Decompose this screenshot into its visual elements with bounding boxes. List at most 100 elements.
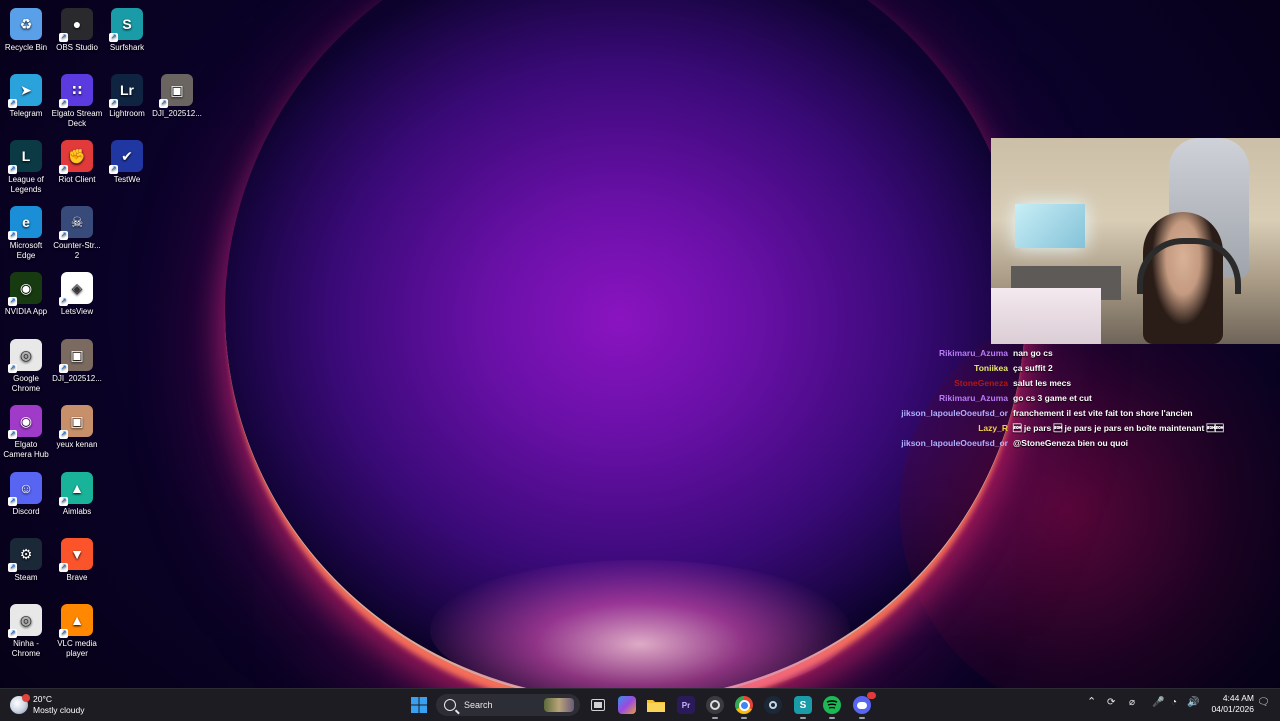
desktop-icon[interactable]: ⚙ ↗ Steam (0, 538, 52, 583)
shortcut-arrow-icon: ↗ (59, 99, 68, 108)
obs-icon (710, 700, 720, 710)
search-highlight-image (544, 698, 574, 712)
chrome-icon (738, 699, 750, 711)
taskbar: 20°C Mostly cloudy Search Pr S ⌃ ⟳ ⌀ 🎤 ◔… (0, 688, 1280, 721)
desktop-icon[interactable]: ● ↗ OBS Studio (51, 8, 103, 53)
steam-icon (769, 701, 777, 709)
chrome-profile-icon: ◎ ↗ (8, 604, 42, 638)
desktop-icon[interactable]: ◉ ↗ Elgato Camera Hub (0, 405, 52, 460)
chat-username: Rikimaru_Azuma (939, 393, 1008, 403)
desktop-icon[interactable]: ◈ ↗ LetsView (51, 272, 103, 317)
riot-icon: ✊ ↗ (59, 140, 93, 174)
desktop-icon[interactable]: ◎ ↗ Google Chrome (0, 339, 52, 394)
taskbar-premiere[interactable]: Pr (677, 696, 695, 714)
desktop-icon[interactable]: ☠ ↗ Counter-Str... 2 (51, 206, 103, 261)
taskbar-spotify[interactable] (823, 696, 841, 719)
shortcut-arrow-icon: ↗ (59, 497, 68, 506)
volume-icon[interactable]: 🔊 (1187, 697, 1199, 708)
chat-username: jikson_lapouleOoeufsd_or (901, 438, 1008, 448)
wallpaper-glow (430, 560, 850, 688)
desktop-icon[interactable]: ◎ ↗ Ninha - Chrome (0, 604, 52, 659)
desktop-icon[interactable]: ▲ ↗ Aimlabs (51, 472, 103, 517)
taskbar-explorer[interactable] (647, 696, 665, 714)
desktop-icon[interactable]: ➤ ↗ Telegram (0, 74, 52, 119)
chat-text: @StoneGeneza bien ou quoi (1013, 438, 1129, 448)
desktop-icon[interactable]: ✊ ↗ Riot Client (51, 140, 103, 185)
desktop-icon[interactable]: ◉ ↗ NVIDIA App (0, 272, 52, 317)
hidden-icon[interactable]: ⌀ (1129, 697, 1135, 708)
chat-text: franchement il est vite fait ton shore l… (1013, 408, 1193, 418)
microphone-icon[interactable]: 🎤 (1152, 697, 1164, 708)
chat-message: Lazy_R  je pars  je pars je pars en bo… (880, 421, 1260, 436)
desktop-icon-label: DJI_202512... (52, 374, 102, 383)
image-file-icon: ▣ ↗ (59, 405, 93, 439)
shortcut-arrow-icon: ↗ (109, 99, 118, 108)
desktop-icon[interactable]: ▣ ↗ DJI_202512... (51, 339, 103, 384)
chat-text:  je pars  je pars je pars en boîte mai… (1013, 423, 1224, 433)
desktop-icon[interactable]: ✔ ↗ TestWe (101, 140, 153, 185)
running-indicator (712, 717, 718, 719)
running-indicator (800, 717, 806, 719)
desktop-icon[interactable]: ▣ ↗ yeux kenan (51, 405, 103, 450)
search-box[interactable]: Search (436, 694, 580, 716)
search-icon (444, 699, 456, 711)
desktop-icon[interactable]: L ↗ League of Legends (0, 140, 52, 195)
shortcut-arrow-icon: ↗ (59, 629, 68, 638)
task-view-button[interactable] (589, 696, 607, 714)
running-indicator (829, 717, 835, 719)
chat-message: jikson_lapouleOoeufsd_or franchement il … (880, 406, 1260, 421)
desktop-icon[interactable]: ▲ ↗ VLC media player (51, 604, 103, 659)
chat-text: nan go cs (1013, 348, 1053, 358)
desktop-icon-label: Counter-Str... 2 (53, 241, 101, 260)
chat-username: Lazy_R (978, 423, 1008, 433)
stream-deck-icon: ∷ ↗ (59, 74, 93, 108)
weather-widget[interactable]: 20°C Mostly cloudy (10, 693, 85, 717)
taskbar-surfshark[interactable]: S (794, 696, 812, 719)
webcam-tv (1015, 204, 1085, 248)
desktop-icon[interactable]: e ↗ Microsoft Edge (0, 206, 52, 261)
discord-icon (857, 701, 867, 709)
desktop-icon[interactable]: ▼ ↗ Brave (51, 538, 103, 583)
aimlabs-icon: ▲ ↗ (59, 472, 93, 506)
letsview-icon: ◈ ↗ (59, 272, 93, 306)
wifi-icon[interactable]: ◔ (1171, 697, 1177, 708)
sync-icon[interactable]: ⟳ (1107, 697, 1115, 708)
desktop-icon[interactable]: Lr ↗ Lightroom (101, 74, 153, 119)
league-icon: L ↗ (8, 140, 42, 174)
chat-text: go cs 3 game et cut (1013, 393, 1092, 403)
desktop-icon[interactable]: S ↗ Surfshark (101, 8, 153, 53)
surfshark-icon: S (799, 699, 807, 711)
weather-temp: 20°C (33, 694, 52, 704)
spotify-icon (826, 700, 838, 709)
webcam-bed (991, 288, 1101, 344)
desktop-icon-label: Aimlabs (62, 507, 92, 516)
start-button[interactable] (410, 696, 428, 714)
shortcut-arrow-icon: ↗ (59, 231, 68, 240)
shortcut-arrow-icon: ↗ (59, 364, 68, 373)
desktop-icon-label: DJI_202512... (152, 109, 202, 118)
desktop-icon[interactable]: ♻ Recycle Bin (0, 8, 52, 53)
notification-icon[interactable]: 🗨 (1257, 697, 1270, 708)
desktop-icon-label: Ninha - Chrome (11, 639, 41, 658)
taskbar-copilot[interactable] (618, 696, 636, 714)
desktop-icon[interactable]: ▣ ↗ DJI_202512... (151, 74, 203, 119)
taskbar-obs[interactable] (706, 696, 724, 719)
shortcut-arrow-icon: ↗ (8, 629, 17, 638)
shortcut-arrow-icon: ↗ (8, 231, 17, 240)
chevron-up-icon[interactable]: ⌃ (1087, 695, 1096, 708)
chat-message: Rikimaru_Azuma nan go cs (880, 346, 1260, 361)
video-file-icon: ▣ ↗ (159, 74, 193, 108)
desktop-icon[interactable]: ∷ ↗ Elgato Stream Deck (51, 74, 103, 129)
taskbar-discord[interactable] (853, 692, 876, 719)
chrome-icon: ◎ ↗ (8, 339, 42, 373)
desktop-icon-label: LetsView (60, 307, 94, 316)
running-indicator (859, 717, 865, 719)
shortcut-arrow-icon: ↗ (109, 165, 118, 174)
desktop-icon[interactable]: ☺ ↗ Discord (0, 472, 52, 517)
taskbar-steam[interactable] (764, 696, 782, 714)
shortcut-arrow-icon: ↗ (8, 364, 17, 373)
shortcut-arrow-icon: ↗ (8, 563, 17, 572)
taskbar-chrome[interactable] (735, 696, 753, 719)
desktop-icon-label: Lightroom (109, 109, 145, 118)
clock[interactable]: 4:44 AM 04/01/2026 (1204, 693, 1254, 715)
